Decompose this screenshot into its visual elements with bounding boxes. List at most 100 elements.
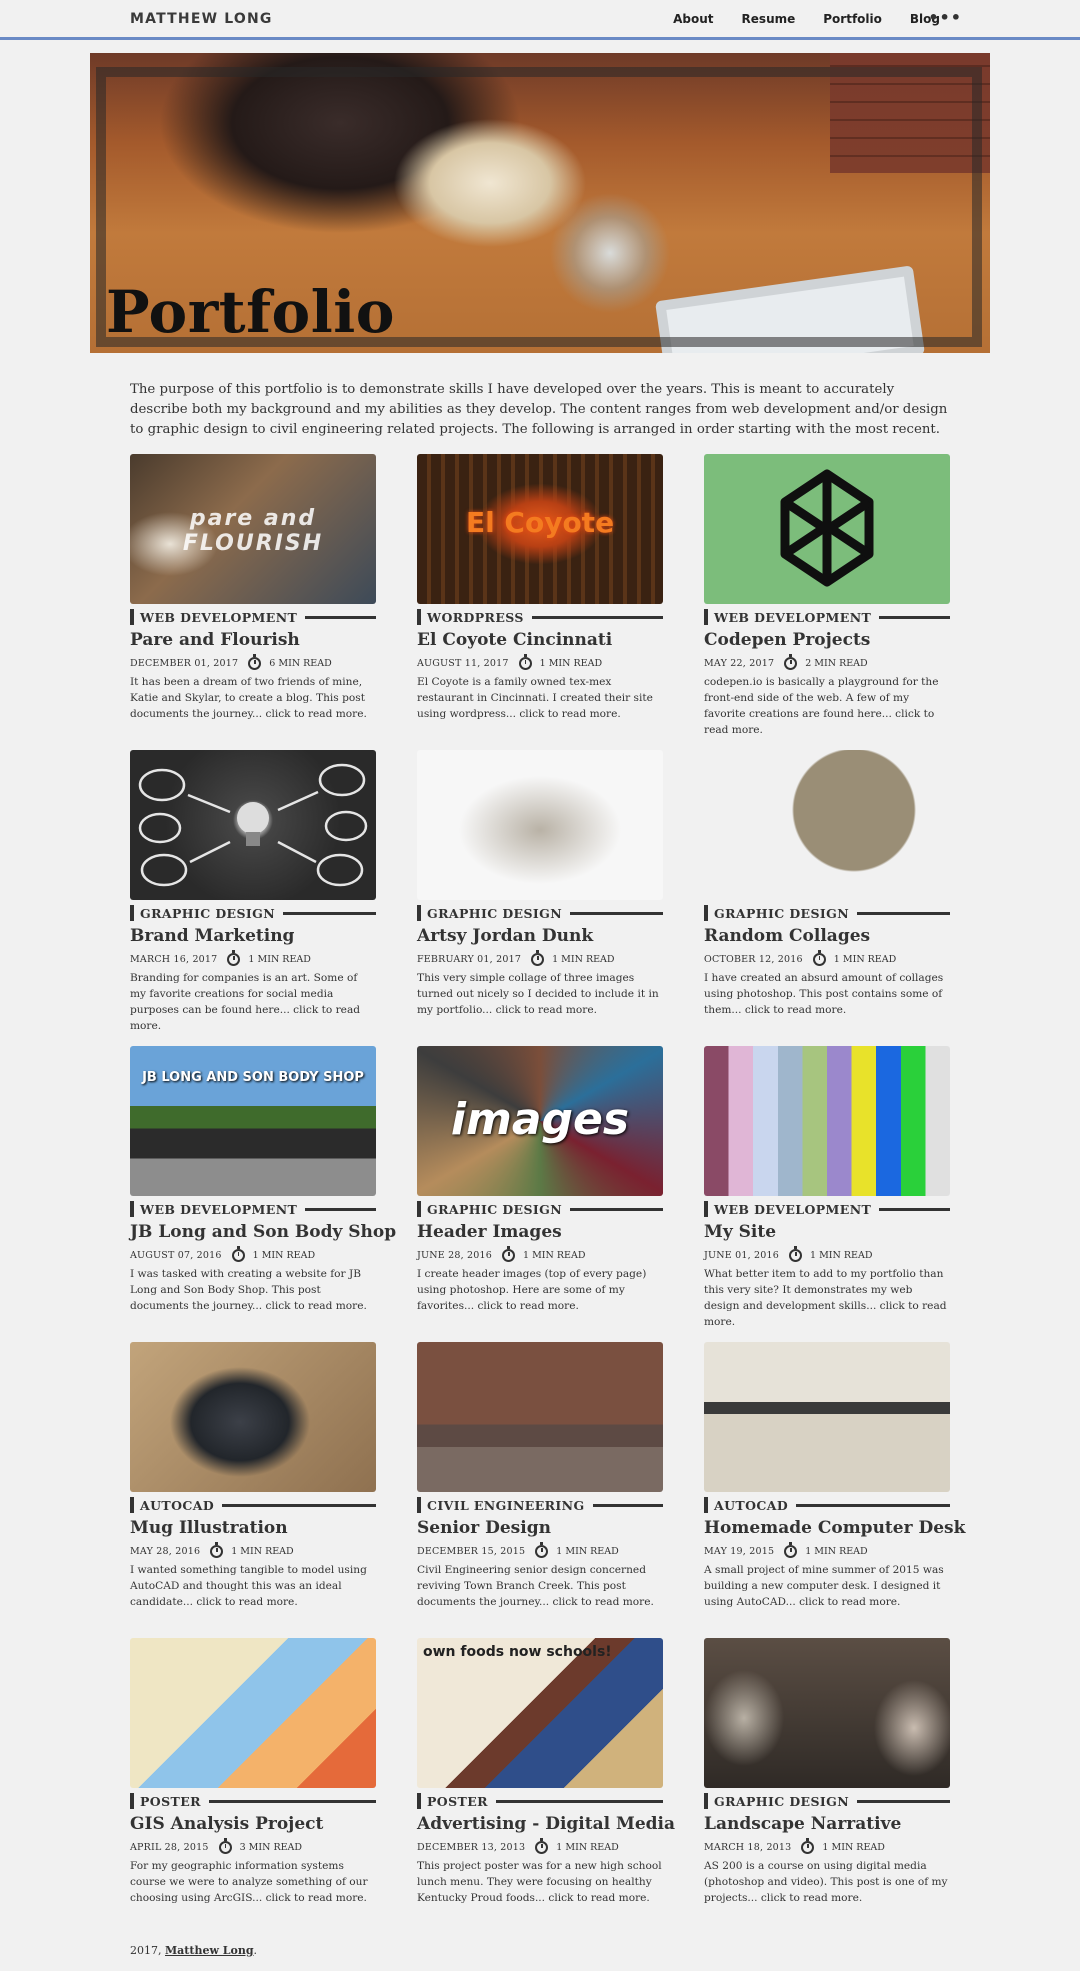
- card-title[interactable]: GIS Analysis Project: [130, 1814, 376, 1836]
- card-title[interactable]: Advertising - Digital Media: [417, 1814, 675, 1836]
- card-thumbnail[interactable]: [130, 750, 376, 900]
- category-label[interactable]: GRAPHIC DESIGN: [140, 906, 275, 921]
- category-label[interactable]: GRAPHIC DESIGN: [714, 1794, 849, 1809]
- post-date: MAY 28, 2016: [130, 1545, 201, 1557]
- category-rule: [222, 1503, 376, 1507]
- card-thumbnail[interactable]: [704, 454, 950, 604]
- card-title[interactable]: Homemade Computer Desk: [704, 1518, 965, 1540]
- card-description: I was tasked with creating a website for…: [130, 1268, 367, 1312]
- top-nav: MATTHEW LONG About Resume Portfolio Blog…: [0, 0, 1080, 40]
- card-title[interactable]: Senior Design: [417, 1518, 663, 1540]
- card-thumbnail[interactable]: images: [417, 1046, 663, 1196]
- category-label[interactable]: POSTER: [427, 1794, 488, 1809]
- card-thumbnail[interactable]: own foods now schools!: [417, 1638, 663, 1788]
- category-label[interactable]: WEB DEVELOPMENT: [714, 610, 871, 625]
- card-thumbnail[interactable]: pare and FLOURISH: [130, 454, 376, 604]
- card-category: POSTER: [417, 1792, 663, 1810]
- card-thumbnail[interactable]: JB LONG AND SON BODY SHOP: [130, 1046, 376, 1196]
- card-title[interactable]: Pare and Flourish: [130, 630, 376, 652]
- card-thumbnail[interactable]: [704, 1342, 950, 1492]
- card-thumbnail[interactable]: [704, 1046, 950, 1196]
- footer-end: .: [253, 1944, 258, 1957]
- card-meta: DECEMBER 13, 2013 1 MIN READ: [417, 1837, 663, 1854]
- card-category: GRAPHIC DESIGN: [704, 904, 950, 922]
- card-title[interactable]: Mug Illustration: [130, 1518, 376, 1540]
- thumbnail-caption: pare and FLOURISH: [182, 506, 324, 556]
- post-date: OCTOBER 12, 2016: [704, 953, 803, 965]
- category-bar: [417, 1497, 421, 1513]
- card-meta: MARCH 18, 2013 1 MIN READ: [704, 1837, 950, 1854]
- category-rule: [857, 1799, 950, 1803]
- read-time: 1 MIN READ: [833, 953, 897, 965]
- category-label[interactable]: POSTER: [140, 1794, 201, 1809]
- stopwatch-icon: [812, 949, 826, 966]
- portfolio-grid: pare and FLOURISH WEB DEVELOPMENT Pare a…: [130, 454, 965, 1934]
- card-thumbnail[interactable]: [130, 1638, 376, 1788]
- category-label[interactable]: CIVIL ENGINEERING: [427, 1498, 585, 1513]
- nav-link-portfolio[interactable]: Portfolio: [823, 12, 882, 26]
- card-thumbnail[interactable]: [417, 1342, 663, 1492]
- card-title[interactable]: Brand Marketing: [130, 926, 376, 948]
- footer-author-link[interactable]: Matthew Long: [165, 1944, 254, 1957]
- card-description: A small project of mine summer of 2015 w…: [704, 1564, 944, 1608]
- category-label[interactable]: WEB DEVELOPMENT: [714, 1202, 871, 1217]
- category-label[interactable]: AUTOCAD: [140, 1498, 214, 1513]
- card-thumbnail[interactable]: [704, 750, 950, 900]
- card-title[interactable]: Codepen Projects: [704, 630, 950, 652]
- category-label[interactable]: WORDPRESS: [427, 610, 524, 625]
- card-category: WEB DEVELOPMENT: [130, 608, 376, 626]
- read-time: 1 MIN READ: [231, 1545, 294, 1557]
- card-thumbnail[interactable]: El Coyote: [417, 454, 663, 604]
- portfolio-card: El Coyote WORDPRESS El Coyote Cincinnati…: [417, 454, 663, 750]
- card-thumbnail[interactable]: [704, 1638, 950, 1788]
- post-date: MARCH 16, 2017: [130, 953, 218, 965]
- card-description: codepen.io is basically a playground for…: [704, 676, 939, 736]
- card-description: What better item to add to my portfolio …: [704, 1268, 947, 1328]
- card-title[interactable]: JB Long and Son Body Shop: [130, 1222, 396, 1244]
- card-meta: JUNE 01, 2016 1 MIN READ: [704, 1245, 950, 1262]
- card-thumbnail[interactable]: [417, 750, 663, 900]
- category-label[interactable]: GRAPHIC DESIGN: [714, 906, 849, 921]
- stopwatch-icon: [789, 1245, 802, 1262]
- card-title[interactable]: Landscape Narrative: [704, 1814, 950, 1836]
- card-category: WORDPRESS: [417, 608, 663, 626]
- thumbnail-caption: own foods now schools!: [423, 1644, 612, 1660]
- category-label[interactable]: WEB DEVELOPMENT: [140, 610, 297, 625]
- card-title[interactable]: El Coyote Cincinnati: [417, 630, 663, 652]
- card-meta: MARCH 16, 2017 1 MIN READ: [130, 949, 376, 966]
- card-title[interactable]: Artsy Jordan Dunk: [417, 926, 663, 948]
- card-thumbnail[interactable]: [130, 1342, 376, 1492]
- site-brand[interactable]: MATTHEW LONG: [130, 11, 273, 27]
- category-bar: [704, 1201, 708, 1217]
- post-date: DECEMBER 15, 2015: [417, 1545, 526, 1557]
- read-time: 1 MIN READ: [252, 1249, 316, 1261]
- category-label[interactable]: GRAPHIC DESIGN: [427, 906, 562, 921]
- portfolio-card: JB LONG AND SON BODY SHOP WEB DEVELOPMEN…: [130, 1046, 396, 1342]
- portfolio-card: GRAPHIC DESIGN Brand Marketing MARCH 16,…: [130, 750, 376, 1046]
- portfolio-card: AUTOCAD Homemade Computer Desk MAY 19, 2…: [704, 1342, 965, 1638]
- card-description: AS 200 is a course on using digital medi…: [704, 1860, 948, 1904]
- category-label[interactable]: AUTOCAD: [714, 1498, 788, 1513]
- post-date: MAY 22, 2017: [704, 657, 775, 669]
- read-time: 1 MIN READ: [556, 1545, 619, 1557]
- stopwatch-icon: [227, 949, 241, 966]
- portfolio-card: pare and FLOURISH WEB DEVELOPMENT Pare a…: [130, 454, 376, 750]
- nav-link-resume[interactable]: Resume: [742, 12, 796, 26]
- more-menu-icon[interactable]: •••: [928, 8, 962, 27]
- portfolio-card: POSTER GIS Analysis Project APRIL 28, 20…: [130, 1638, 376, 1934]
- category-rule: [592, 1503, 663, 1507]
- card-title[interactable]: My Site: [704, 1222, 950, 1244]
- card-category: GRAPHIC DESIGN: [130, 904, 376, 922]
- card-title[interactable]: Random Collages: [704, 926, 950, 948]
- read-time: 2 MIN READ: [805, 657, 868, 669]
- category-label[interactable]: GRAPHIC DESIGN: [427, 1202, 562, 1217]
- category-bar: [130, 1497, 134, 1513]
- nav-link-about[interactable]: About: [673, 12, 713, 26]
- category-label[interactable]: WEB DEVELOPMENT: [140, 1202, 297, 1217]
- card-description: For my geographic information systems co…: [130, 1860, 368, 1904]
- intro-text: The purpose of this portfolio is to demo…: [130, 382, 948, 437]
- portfolio-card: GRAPHIC DESIGN Landscape Narrative MARCH…: [704, 1638, 950, 1934]
- category-rule: [531, 615, 663, 619]
- card-title[interactable]: Header Images: [417, 1222, 663, 1244]
- category-bar: [417, 905, 421, 921]
